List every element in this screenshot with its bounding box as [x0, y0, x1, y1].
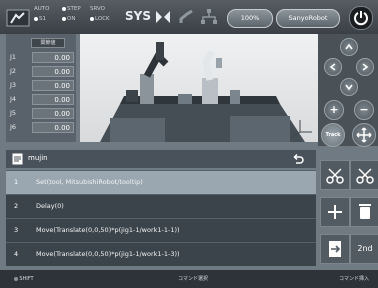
mode-status-grid: AUTO S1 STEP ON SRVO LOCK [32, 5, 118, 29]
sys-button[interactable]: SYS [125, 9, 151, 23]
power-icon [354, 11, 368, 26]
program-line-4[interactable]: 4 Move(Translate(0,0,50)*p(jig1-1/work1-… [6, 242, 316, 266]
joint-label: J6 [10, 123, 17, 131]
line-command: Move(Translate(0,0,50)*p(jig1-1/work1-1-… [36, 250, 180, 258]
chevron-left-icon [329, 63, 336, 71]
joint-label: J2 [10, 67, 17, 75]
jog-down-button[interactable] [340, 78, 358, 96]
line-number: 4 [14, 250, 19, 258]
joint-value: 0.00 [32, 94, 74, 105]
line-number: 2 [14, 202, 19, 210]
file-arrow-icon [329, 241, 341, 257]
joint-row-j1: J1 0.00 [6, 51, 76, 65]
zoom-out-button[interactable]: − [354, 100, 374, 120]
joint-row-j5: J5 0.00 [6, 107, 76, 121]
robot-select-button[interactable]: SanyoRobot [276, 9, 340, 28]
top-toolbar: AUTO S1 STEP ON SRVO LOCK SYS 100% Sanyo… [0, 0, 378, 34]
mode-srvo: SRVO [90, 6, 106, 12]
network-icon[interactable] [200, 8, 218, 26]
speed-override-button[interactable]: 100% [227, 9, 273, 28]
mode-step: STEP [62, 5, 81, 13]
mode-on: ON [62, 15, 75, 23]
jog-control-panel: + − Track [318, 34, 378, 147]
program-title: mujin [28, 154, 48, 162]
line-command: Delay(0) [36, 202, 64, 210]
line-command: Move(Translate(0,0,50)*p(jig1-1/work1-1-… [36, 226, 180, 234]
undo-icon[interactable] [292, 153, 304, 165]
line-number: 1 [14, 178, 19, 186]
add-command-button[interactable] [320, 197, 350, 227]
scissors-icon [356, 168, 374, 184]
joint-label: J3 [10, 81, 17, 89]
joint-label: J4 [10, 95, 17, 103]
mode-lock: LOCK [90, 15, 110, 23]
line-command: Set(tool, MitsubishiRobot/tooltip) [36, 178, 143, 186]
power-button[interactable] [349, 6, 373, 30]
mode-auto: AUTO [34, 6, 50, 12]
io-signal-icon[interactable] [154, 8, 172, 26]
joint-row-j4: J4 0.00 [6, 93, 76, 107]
joint-value: 0.00 [32, 122, 74, 133]
delete-command-button[interactable] [350, 197, 378, 227]
joint-row-j2: J2 0.00 [6, 65, 76, 79]
jog-up-button[interactable] [340, 38, 358, 56]
scissors-icon [326, 168, 344, 184]
joint-value: 0.00 [32, 66, 74, 77]
chevron-right-icon [362, 63, 369, 71]
robot-arm-icon[interactable] [178, 8, 196, 26]
robot-cell-scene [100, 42, 312, 142]
plus-icon [328, 205, 342, 219]
joint-value: 0.00 [32, 80, 74, 91]
bottom-bar: SHIFT コマンド選択 コマンド挿入 [0, 270, 378, 288]
program-line-2[interactable]: 2 Delay(0) [6, 194, 316, 218]
joint-row-j6: J6 0.00 [6, 121, 76, 135]
joint-row-j3: J3 0.00 [6, 79, 76, 93]
joint-value: 0.00 [32, 52, 74, 63]
zoom-in-button[interactable]: + [324, 100, 344, 120]
track-button[interactable]: Track [321, 123, 345, 147]
cut-disabled-button[interactable] [350, 160, 378, 190]
document-icon [12, 153, 23, 165]
jog-right-button[interactable] [356, 58, 374, 76]
robot-logo-icon [6, 9, 30, 27]
line-number: 3 [14, 226, 19, 234]
mode-s1: S1 [34, 15, 46, 23]
joint-values-panel: 関節値 J1 0.00 J2 0.00 J3 0.00 J4 0.00 J5 0.00 J… [6, 34, 76, 142]
program-line-3[interactable]: 3 Move(Translate(0,0,50)*p(jig1-1/work1-… [6, 218, 316, 242]
jog-left-button[interactable] [324, 58, 342, 76]
second-function-button[interactable]: 2nd [350, 234, 378, 264]
chevron-up-icon [345, 43, 353, 50]
chevron-down-icon [345, 84, 353, 91]
cut-button[interactable] [320, 160, 350, 190]
joint-label: J1 [10, 53, 17, 61]
joint-label: J5 [10, 109, 17, 117]
command-select-button[interactable]: コマンド選択 [170, 270, 216, 288]
3d-scene-viewport[interactable] [80, 34, 318, 142]
command-insert-button[interactable]: コマンド挿入 [330, 270, 378, 288]
shift-button[interactable]: SHIFT [4, 270, 44, 288]
program-line-1[interactable]: 1 Set(tool, MitsubishiRobot/tooltip) [6, 170, 316, 194]
joint-values-header: 関節値 [31, 38, 65, 48]
joint-value: 0.00 [32, 108, 74, 119]
insert-file-button[interactable] [320, 234, 350, 264]
move-mode-button[interactable] [352, 123, 376, 147]
program-header: mujin [6, 150, 316, 168]
trash-icon [359, 204, 371, 219]
move-arrows-icon [356, 127, 372, 143]
